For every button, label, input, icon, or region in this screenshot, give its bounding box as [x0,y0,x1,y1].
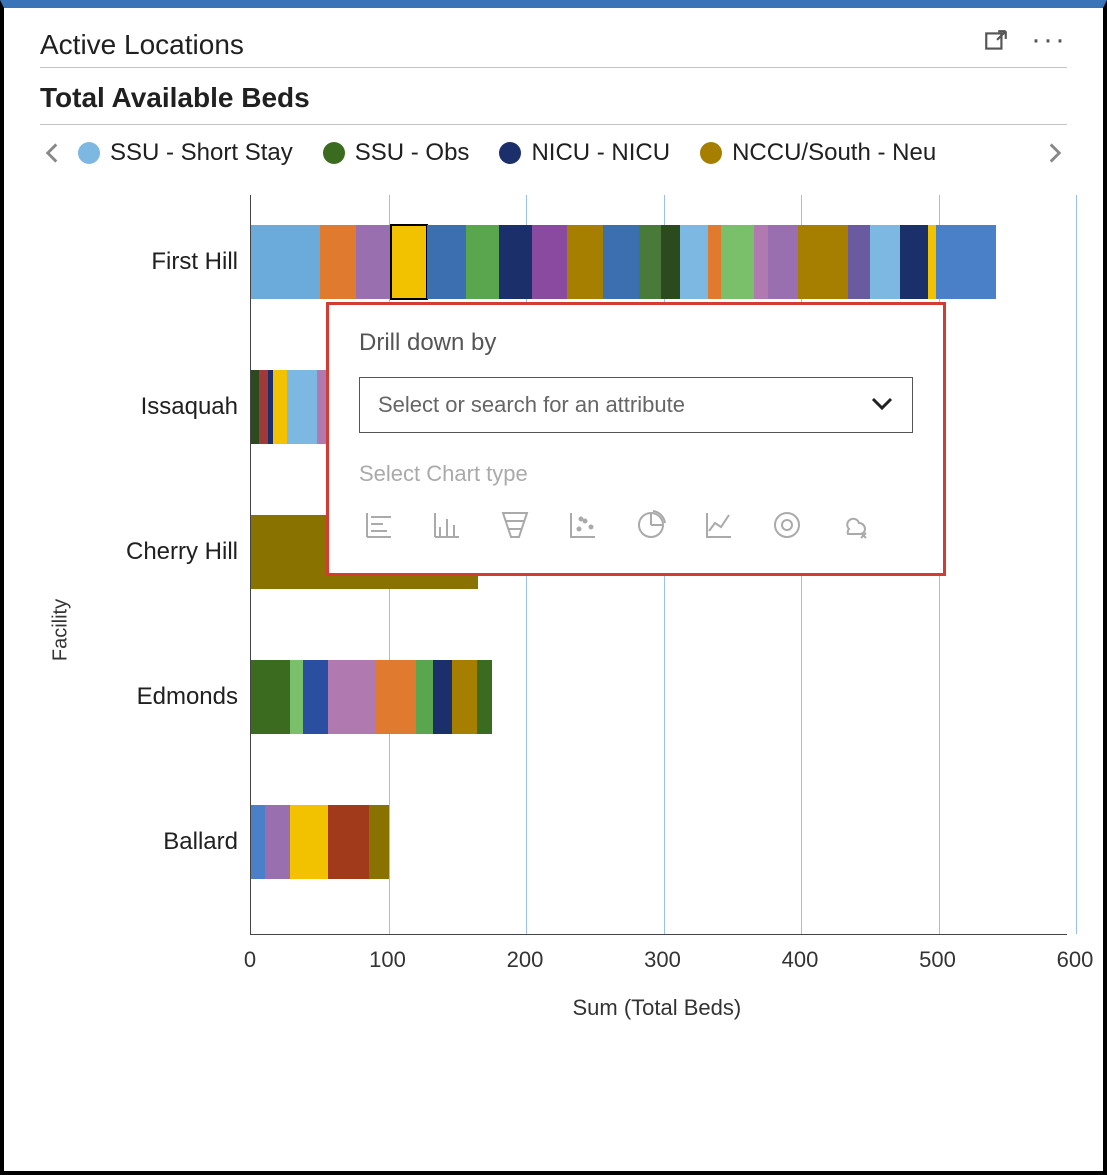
card-frame: Active Locations ··· Total Available Bed… [0,0,1107,1175]
attribute-select[interactable]: Select or search for an attribute [359,377,913,433]
legend-label: NICU - NICU [531,139,670,167]
x-tick: 400 [782,947,819,973]
bar-segment[interactable] [356,225,392,299]
legend-label: SSU - Short Stay [110,139,293,167]
bar-row[interactable] [251,225,996,299]
x-axis-title: Sum (Total Beds) [573,995,742,1021]
legend-item[interactable]: SSU - Short Stay [78,139,293,167]
bar-segment[interactable] [328,660,375,734]
hbar-chart-icon[interactable] [359,505,399,545]
bar-segment[interactable] [391,225,427,299]
line-chart-icon[interactable] [699,505,739,545]
drilldown-popup: Drill down by Select or search for an at… [326,302,946,576]
bar-segment[interactable] [928,225,936,299]
x-tick: 200 [507,947,544,973]
bar-segment[interactable] [721,225,754,299]
x-tick: 600 [1057,947,1094,973]
bar-row[interactable] [251,660,492,734]
bar-segment[interactable] [900,225,928,299]
ellipsis-icon[interactable]: ··· [1031,32,1067,57]
legend-item[interactable]: NICU - NICU [499,139,670,167]
bar-segment[interactable] [466,225,499,299]
bar-segment[interactable] [251,660,290,734]
y-axis-title: Facility [50,599,73,661]
popup-title: Drill down by [359,329,913,357]
chart-type-options [359,505,913,545]
bar-label: Issaquah [58,393,238,421]
x-tick: 0 [244,947,256,973]
bar-segment[interactable] [290,660,304,734]
bar-segment[interactable] [416,660,433,734]
bar-segment[interactable] [259,370,267,444]
bar-segment[interactable] [477,660,492,734]
legend-next-icon[interactable] [1043,143,1067,163]
bar-segment[interactable] [768,225,798,299]
bar-segment[interactable] [603,225,639,299]
bar-segment[interactable] [265,805,290,879]
x-tick: 100 [369,947,406,973]
bar-segment[interactable] [798,225,848,299]
bar-segment[interactable] [303,660,328,734]
bar-segment[interactable] [369,805,388,879]
legend-item[interactable]: SSU - Obs [323,139,470,167]
legend-swatch [700,142,722,164]
bar-segment[interactable] [251,225,320,299]
legend: SSU - Short Stay SSU - Obs NICU - NICU NCCU… [40,125,1067,175]
chevron-down-icon [870,392,894,418]
bar-segment[interactable] [754,225,768,299]
bar-segment[interactable] [287,370,317,444]
legend-swatch [323,142,345,164]
legend-item[interactable]: NCCU/South - Neu [700,139,936,167]
bar-label: Cherry Hill [58,538,238,566]
bar-segment[interactable] [680,225,708,299]
bar-segment[interactable] [870,225,900,299]
funnel-chart-icon[interactable] [495,505,535,545]
legend-swatch [499,142,521,164]
bar-segment[interactable] [532,225,568,299]
bar-segment[interactable] [290,805,329,879]
bar-segment[interactable] [452,660,477,734]
bar-segment[interactable] [936,225,997,299]
bar-segment[interactable] [848,225,870,299]
bar-segment[interactable] [661,225,680,299]
attribute-select-placeholder: Select or search for an attribute [378,392,685,418]
card-title: Active Locations [40,29,244,61]
vbar-chart-icon[interactable] [427,505,467,545]
card-header: Active Locations ··· [40,28,1067,67]
scatter-chart-icon[interactable] [563,505,603,545]
bar-segment[interactable] [708,225,722,299]
legend-label: NCCU/South - Neu [732,139,936,167]
legend-swatch [78,142,100,164]
donut-chart-icon[interactable] [767,505,807,545]
grid-line [1076,195,1077,934]
wordcloud-chart-icon[interactable] [835,505,875,545]
x-tick: 500 [919,947,956,973]
bar-segment[interactable] [328,805,369,879]
chart-title: Total Available Beds [40,68,1067,124]
legend-prev-icon[interactable] [40,143,64,163]
bar-label: Edmonds [58,683,238,711]
bar-row[interactable] [251,805,389,879]
bar-label: First Hill [58,248,238,276]
pie-chart-icon[interactable] [631,505,671,545]
bar-label: Ballard [58,828,238,856]
x-tick: 300 [644,947,681,973]
bar-segment[interactable] [427,225,466,299]
expand-icon[interactable] [983,28,1009,61]
bar-segment[interactable] [251,805,265,879]
bar-segment[interactable] [251,370,259,444]
bar-segment[interactable] [499,225,532,299]
bar-segment[interactable] [639,225,661,299]
bar-segment[interactable] [433,660,452,734]
chart-type-label: Select Chart type [359,461,913,487]
bar-segment[interactable] [273,370,287,444]
bar-segment[interactable] [567,225,603,299]
legend-label: SSU - Obs [355,139,470,167]
bar-segment[interactable] [375,660,416,734]
bar-segment[interactable] [320,225,356,299]
